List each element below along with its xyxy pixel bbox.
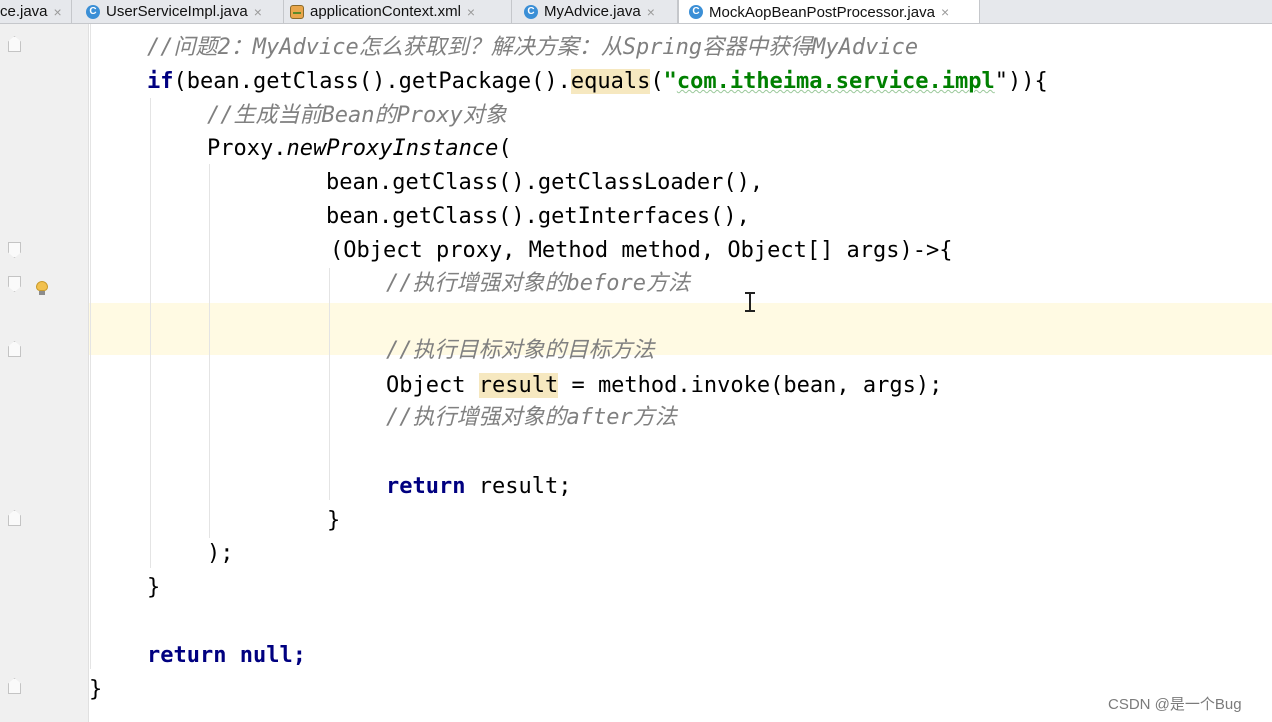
tab-applicationcontext-xml[interactable]: applicationContext.xml × bbox=[284, 0, 512, 23]
code-line: } bbox=[89, 677, 103, 702]
indent-guide bbox=[90, 24, 91, 669]
code-text: ( bbox=[498, 136, 512, 161]
fold-marker-icon[interactable] bbox=[8, 276, 21, 292]
string-quote: " bbox=[663, 69, 677, 94]
tab-label: ce.java bbox=[0, 3, 48, 20]
keyword-null: null; bbox=[226, 643, 306, 668]
code-line: } bbox=[327, 508, 341, 533]
code-line-return-null: return null; bbox=[147, 639, 306, 673]
close-icon[interactable]: × bbox=[941, 4, 949, 20]
close-icon[interactable]: × bbox=[647, 4, 655, 20]
code-line-return: return result; bbox=[386, 470, 571, 504]
keyword-return: return bbox=[386, 474, 466, 499]
close-icon[interactable]: × bbox=[254, 4, 262, 20]
tab-userserviceimpl-java[interactable]: C UserServiceImpl.java × bbox=[72, 0, 284, 23]
tab-myadvice-java[interactable]: C MyAdvice.java × bbox=[512, 0, 678, 23]
code-comment: //执行目标对象的目标方法 bbox=[386, 338, 655, 363]
editor-tab-bar: ce.java × C UserServiceImpl.java × appli… bbox=[0, 0, 1272, 24]
current-line-highlight bbox=[89, 303, 1272, 355]
tab-label: MockAopBeanPostProcessor.java bbox=[709, 3, 935, 21]
watermark: CSDN @是一个Bug bbox=[1108, 696, 1242, 713]
keyword-if: if bbox=[147, 69, 174, 94]
tab-label: UserServiceImpl.java bbox=[106, 3, 248, 20]
code-line-invoke: Object result = method.invoke(bean, args… bbox=[386, 369, 942, 403]
indent-guide bbox=[329, 268, 330, 500]
class-icon: C bbox=[524, 4, 538, 19]
tab-mockaopbeanpostprocessor-java[interactable]: C MockAopBeanPostProcessor.java × bbox=[678, 0, 980, 23]
code-line-lambda: (Object proxy, Method method, Object[] a… bbox=[330, 238, 953, 263]
tab-label: applicationContext.xml bbox=[310, 3, 461, 20]
static-method: newProxyInstance bbox=[286, 136, 499, 161]
code-text: Proxy. bbox=[207, 136, 287, 161]
code-line-if: if(bean.getClass().getPackage().equals("… bbox=[147, 65, 1048, 99]
code-line-proxy: Proxy.newProxyInstance( bbox=[207, 132, 512, 166]
editor-gutter bbox=[0, 24, 89, 722]
code-text: Object bbox=[386, 373, 479, 398]
code-text: ( bbox=[650, 69, 664, 94]
class-icon: C bbox=[689, 5, 703, 19]
tab-ce-java[interactable]: ce.java × bbox=[0, 0, 72, 23]
fold-marker-icon[interactable] bbox=[8, 341, 21, 357]
code-line: } bbox=[147, 575, 161, 600]
code-comment: //执行增强对象的before方法 bbox=[386, 271, 690, 296]
keyword-return: return bbox=[147, 643, 227, 668]
fold-marker-icon[interactable] bbox=[8, 36, 21, 52]
code-line: bean.getClass().getInterfaces(), bbox=[326, 204, 750, 229]
code-comment: //执行增强对象的after方法 bbox=[386, 405, 677, 430]
close-icon[interactable]: × bbox=[54, 4, 62, 20]
code-line: bean.getClass().getClassLoader(), bbox=[326, 170, 764, 195]
code-text: (bean.getClass().getPackage(). bbox=[173, 69, 571, 94]
code-text: ")){ bbox=[994, 69, 1048, 94]
code-comment: //问题2：MyAdvice怎么获取到？解决方案：从Spring容器中获得MyA… bbox=[147, 35, 919, 60]
lightbulb-icon[interactable] bbox=[36, 281, 48, 295]
fold-marker-icon[interactable] bbox=[8, 678, 21, 694]
indent-guide bbox=[150, 98, 151, 568]
variable-result: result bbox=[478, 373, 559, 398]
close-icon[interactable]: × bbox=[467, 4, 475, 20]
indent-guide bbox=[209, 164, 210, 538]
fold-marker-icon[interactable] bbox=[8, 242, 21, 258]
code-comment: //生成当前Bean的Proxy对象 bbox=[207, 103, 507, 128]
code-text: result; bbox=[465, 474, 572, 499]
tab-label: MyAdvice.java bbox=[544, 3, 641, 20]
method-equals: equals bbox=[570, 69, 651, 94]
class-icon: C bbox=[86, 4, 100, 19]
xml-file-icon bbox=[290, 4, 304, 19]
code-editor[interactable]: //问题2：MyAdvice怎么获取到？解决方案：从Spring容器中获得MyA… bbox=[89, 24, 1272, 722]
string-literal: com.itheima.service.impl bbox=[676, 69, 995, 94]
code-line: ); bbox=[207, 541, 234, 566]
text-cursor-icon bbox=[745, 292, 755, 312]
fold-marker-icon[interactable] bbox=[8, 510, 21, 526]
code-text: = method.invoke(bean, args); bbox=[558, 373, 943, 398]
